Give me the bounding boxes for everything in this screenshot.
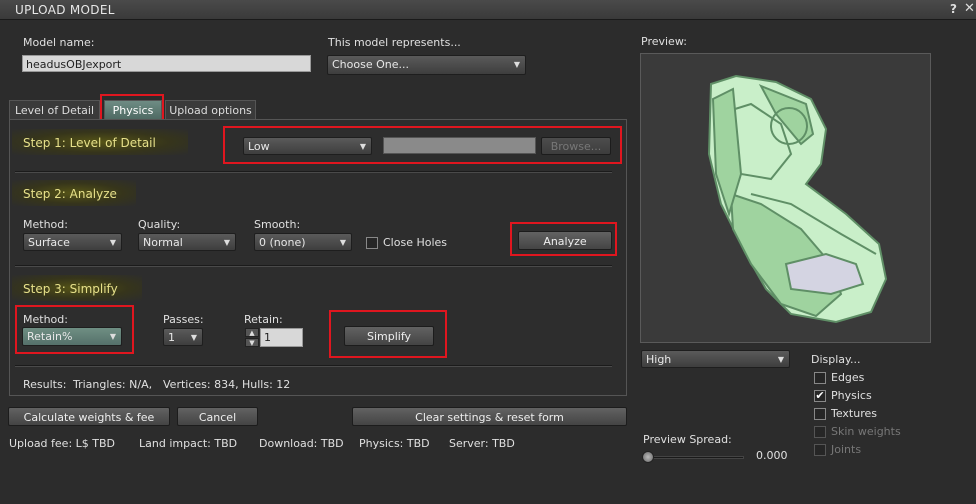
- skin-weights-label: Skin weights: [831, 425, 901, 438]
- results-label: Results:: [23, 378, 67, 391]
- chevron-down-icon: ▼: [190, 333, 197, 342]
- results-hulls: Hulls: 12: [242, 378, 291, 391]
- preview-label: Preview:: [641, 35, 687, 48]
- textures-label: Textures: [831, 407, 877, 420]
- quality-value: Normal: [143, 236, 183, 249]
- preview-spread-slider-handle[interactable]: [642, 451, 654, 463]
- quality-dropdown[interactable]: Normal ▼: [138, 233, 236, 251]
- step3-header: Step 3: Simplify: [23, 282, 118, 296]
- step1-header: Step 1: Level of Detail: [23, 136, 156, 150]
- smooth-value: 0 (none): [259, 236, 306, 249]
- edges-checkbox[interactable]: [814, 372, 826, 384]
- edges-label: Edges: [831, 371, 865, 384]
- analyze-method-label: Method:: [23, 218, 68, 231]
- joints-label: Joints: [831, 443, 862, 456]
- chevron-down-icon: ▼: [109, 238, 116, 247]
- divider: [15, 171, 612, 173]
- results-triangles: Triangles: N/A,: [73, 378, 153, 391]
- highlight-analyze-button: [510, 222, 617, 256]
- highlight-step1-row: [223, 126, 622, 164]
- joints-checkbox[interactable]: [814, 444, 826, 456]
- chevron-down-icon: ▼: [339, 238, 346, 247]
- download-weight: Download: TBD: [259, 437, 344, 450]
- chevron-down-icon: ▼: [513, 60, 520, 69]
- physics-label: Physics: [831, 389, 872, 402]
- highlight-simplify-method: [15, 305, 134, 354]
- textures-checkbox[interactable]: [814, 408, 826, 420]
- physics-checkbox[interactable]: ✔: [814, 390, 826, 402]
- passes-dropdown[interactable]: 1 ▼: [163, 328, 203, 346]
- server-weight: Server: TBD: [449, 437, 515, 450]
- tab-level-of-detail[interactable]: Level of Detail: [9, 100, 100, 119]
- analyze-method-value: Surface: [28, 236, 70, 249]
- skin-weights-checkbox[interactable]: [814, 426, 826, 438]
- window-title: UPLOAD MODEL: [15, 3, 115, 17]
- spin-up-icon[interactable]: ▲: [245, 328, 259, 337]
- chevron-down-icon: ▼: [223, 238, 230, 247]
- model-preview-image: [707, 74, 888, 324]
- calculate-button[interactable]: Calculate weights & fee: [8, 407, 170, 426]
- divider: [15, 265, 612, 267]
- retain-label: Retain:: [244, 313, 283, 326]
- represents-dropdown[interactable]: Choose One... ▼: [327, 55, 526, 75]
- tab-upload-options[interactable]: Upload options: [165, 100, 256, 119]
- highlight-simplify-button: [329, 310, 447, 358]
- preview-lod-dropdown[interactable]: High ▼: [641, 350, 790, 368]
- analyze-method-dropdown[interactable]: Surface ▼: [23, 233, 122, 251]
- divider: [15, 365, 612, 367]
- retain-input[interactable]: 1: [260, 328, 303, 347]
- chevron-down-icon: ▼: [777, 355, 784, 364]
- passes-value: 1: [168, 331, 175, 344]
- close-holes-label: Close Holes: [383, 236, 448, 249]
- results-vertices: Vertices: 834,: [163, 378, 239, 391]
- represents-value: Choose One...: [332, 58, 409, 71]
- spin-down-icon[interactable]: ▼: [245, 338, 259, 347]
- close-holes-checkbox[interactable]: [366, 237, 378, 249]
- title-bar: UPLOAD MODEL ? ✕: [0, 0, 976, 20]
- preview-spread-label: Preview Spread:: [643, 433, 732, 446]
- preview-spread-value: 0.000: [756, 449, 788, 462]
- physics-weight: Physics: TBD: [359, 437, 430, 450]
- display-label: Display...: [811, 353, 861, 366]
- preview-spread-track[interactable]: [643, 456, 744, 459]
- close-icon[interactable]: ✕: [964, 1, 975, 16]
- smooth-dropdown[interactable]: 0 (none) ▼: [254, 233, 352, 251]
- step2-header: Step 2: Analyze: [23, 187, 117, 201]
- quality-label: Quality:: [138, 218, 181, 231]
- help-icon[interactable]: ?: [950, 2, 957, 16]
- cancel-button[interactable]: Cancel: [177, 407, 258, 426]
- model-name-input[interactable]: headusOBJexport: [22, 55, 311, 72]
- represents-label: This model represents...: [328, 36, 461, 49]
- land-impact: Land impact: TBD: [139, 437, 238, 450]
- preview-lod-value: High: [646, 353, 672, 366]
- model-name-label: Model name:: [23, 36, 95, 49]
- smooth-label: Smooth:: [254, 218, 301, 231]
- clear-settings-button[interactable]: Clear settings & reset form: [352, 407, 627, 426]
- checkmark-icon: ✔: [815, 389, 825, 402]
- upload-fee: Upload fee: L$ TBD: [9, 437, 116, 450]
- preview-viewport[interactable]: [640, 53, 931, 343]
- passes-label: Passes:: [163, 313, 204, 326]
